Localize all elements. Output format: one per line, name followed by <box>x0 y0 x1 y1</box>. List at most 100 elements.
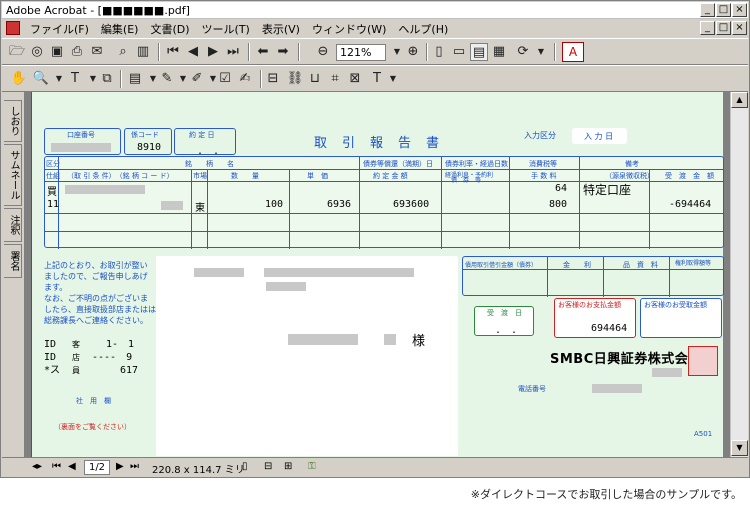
footnote: ※ダイレクトコースでお取引した場合のサンプルです。 <box>470 488 742 501</box>
row1-delivery-amount: -694464 <box>669 199 712 210</box>
tab-comments[interactable]: 注釈 <box>4 208 22 242</box>
menu-view[interactable]: 表示(V) <box>256 19 306 39</box>
menu-tools[interactable]: ツール(T) <box>196 19 256 39</box>
next-page-status-icon[interactable]: ▶ <box>116 461 124 472</box>
rotate-icon[interactable]: ⟳ <box>514 43 532 61</box>
delivery-date-label: 受 渡 日 <box>487 309 522 317</box>
text-select-icon[interactable]: T <box>66 70 84 88</box>
delivery-date-value: . . <box>485 325 518 336</box>
facing-icon[interactable]: ⊞ <box>284 461 292 472</box>
row1-number: 11 <box>47 199 60 210</box>
doc-restore-button[interactable]: □ <box>716 21 731 35</box>
menu-document[interactable]: 文書(D) <box>144 19 195 39</box>
status-bar: ◂▸ ⏮ ◀ 1/2 ▶ ⏭ 220.8 x 114.7 ミリ ▯ ⊟ ⊞ ⚿ <box>2 457 748 477</box>
address-area: 様 <box>156 256 458 456</box>
menu-bar: ファイル(F) 編集(E) 文書(D) ツール(T) 表示(V) ウィンドウ(W) ヘルプ(… <box>2 19 748 38</box>
app-logo-icon <box>6 21 20 35</box>
doc-minimize-button[interactable]: _ <box>700 21 715 35</box>
note-tool-icon[interactable]: ▤ <box>126 70 144 88</box>
first-page-icon[interactable]: ⏮ <box>164 43 182 61</box>
scroll-down-icon[interactable]: ▼ <box>731 440 748 456</box>
rotate-dropdown-icon[interactable]: ▼ <box>532 43 550 61</box>
row1-note: 特定口座 <box>583 183 632 197</box>
row1-quantity: 100 <box>265 199 284 210</box>
panel-icon[interactable]: ▥ <box>134 43 152 61</box>
link-icon[interactable]: ⛓ <box>286 70 304 88</box>
menu-file[interactable]: ファイル(F) <box>24 19 95 39</box>
crop-tool-icon[interactable]: ⌗ <box>326 70 344 88</box>
snapshot-icon[interactable]: ⧉ <box>98 70 116 88</box>
find-icon[interactable]: ⌕ <box>114 43 132 61</box>
menu-window[interactable]: ウィンドウ(W) <box>306 19 392 39</box>
tab-thumbnails[interactable]: サムネール <box>4 144 22 206</box>
redacted-security-code <box>161 201 183 210</box>
vertical-scrollbar[interactable]: ▲ ▼ <box>730 92 748 457</box>
form-tool-icon[interactable]: ☑ <box>216 70 234 88</box>
document-title: 取 引 報 告 書 <box>314 136 441 151</box>
open-icon[interactable]: 🗁 <box>8 43 26 61</box>
movie-icon[interactable]: ⊠ <box>346 70 364 88</box>
last-page-icon[interactable]: ⏭ <box>224 43 242 61</box>
save-icon[interactable]: ▣ <box>48 43 66 61</box>
row1-market: 東 <box>195 203 205 214</box>
adobe-logo-icon[interactable]: A <box>562 42 584 62</box>
document-area[interactable]: 口座番号 係コード 8910 約 定 日 . . 取 引 報 告 書 入力区分 … <box>24 92 730 457</box>
branch-code-box: 係コード 8910 <box>124 128 172 155</box>
minimize-button[interactable]: _ <box>700 3 715 17</box>
restore-button[interactable]: □ <box>716 3 731 17</box>
scroll-up-icon[interactable]: ▲ <box>731 92 748 108</box>
print-icon[interactable]: ⎙ <box>68 43 86 61</box>
back-icon[interactable]: ⬅ <box>254 43 272 61</box>
fit-visible-icon[interactable]: ▦ <box>490 43 508 61</box>
menu-edit[interactable]: 編集(E) <box>95 19 145 39</box>
email-icon[interactable]: ✉ <box>88 43 106 61</box>
notice-line: ましたので、ご報告申しあげ <box>44 272 148 281</box>
redacted-name-2 <box>384 334 396 345</box>
toolbar-separator <box>426 43 428 61</box>
forward-icon[interactable]: ➡ <box>274 43 292 61</box>
col-price: 単 価 <box>307 172 328 180</box>
next-page-icon[interactable]: ▶ <box>204 43 222 61</box>
zoom-out-icon[interactable]: ⊖ <box>314 43 332 61</box>
touchup-dropdown-icon[interactable]: ▼ <box>384 70 402 88</box>
phone-label: 電話番号 <box>518 385 546 393</box>
zoom-in-icon[interactable]: ⊕ <box>404 43 422 61</box>
status-scroll-icon[interactable]: ◂▸ <box>32 461 42 472</box>
crop-icon[interactable]: ⊟ <box>264 70 282 88</box>
zoom-tool-icon[interactable]: 🔍 <box>32 70 50 88</box>
web-icon[interactable]: ◎ <box>28 43 46 61</box>
doc-close-button[interactable]: × <box>732 21 747 35</box>
article-icon[interactable]: ⊔ <box>306 70 324 88</box>
entry-date-box: 入 力 日 <box>572 128 627 144</box>
fit-page-icon[interactable]: ▭ <box>450 43 468 61</box>
single-page-icon[interactable]: ▯ <box>242 461 248 472</box>
page-size: 220.8 x 114.7 ミリ <box>152 465 245 476</box>
toolbar-tools: ✋ 🔍 ▼ T ▼ ⧉ ▤ ▼ ✎ ▼ ✐ ▼ ☑ ✍ ⊟ ⛓ ⊔ ⌗ ⊠ T … <box>2 65 748 92</box>
prev-page-icon[interactable]: ◀ <box>184 43 202 61</box>
redacted-postal <box>194 268 244 277</box>
hand-tool-icon[interactable]: ✋ <box>10 70 28 88</box>
notice-line: ます。 <box>44 283 68 292</box>
trade-table: 区分 銘 柄 名 仕組 （取 引 条 件） （銘 柄 コ ー ド） 市場 数 量… <box>44 156 724 249</box>
tab-signatures[interactable]: 署名 <box>4 244 22 278</box>
redacted-address <box>264 268 414 277</box>
page-number-input[interactable]: 1/2 <box>84 460 110 475</box>
row1-price: 6936 <box>327 199 352 210</box>
fit-width-icon[interactable]: ▤ <box>470 43 488 61</box>
actual-size-icon[interactable]: ▯ <box>430 43 448 61</box>
toolbar-separator <box>248 43 250 61</box>
col-rate3: 債 券 等 <box>451 177 482 184</box>
close-button[interactable]: × <box>732 3 747 17</box>
sign-tool-icon[interactable]: ✍ <box>236 70 254 88</box>
continuous-icon[interactable]: ⊟ <box>264 461 272 472</box>
last-page-status-icon[interactable]: ⏭ <box>130 461 139 472</box>
tab-bookmarks[interactable]: しおり <box>4 100 22 142</box>
security-key-icon[interactable]: ⚿ <box>308 461 316 472</box>
prev-page-status-icon[interactable]: ◀ <box>68 461 76 472</box>
first-page-status-icon[interactable]: ⏮ <box>52 461 61 472</box>
trade-date-label: 約 定 日 <box>189 131 215 139</box>
window-title: Adobe Acrobat - [■■■■■■.pdf] <box>6 4 190 17</box>
info-value: ---- 9 <box>92 352 133 363</box>
menu-help[interactable]: ヘルプ(H) <box>392 19 454 39</box>
zoom-input[interactable]: 121% <box>336 44 386 61</box>
